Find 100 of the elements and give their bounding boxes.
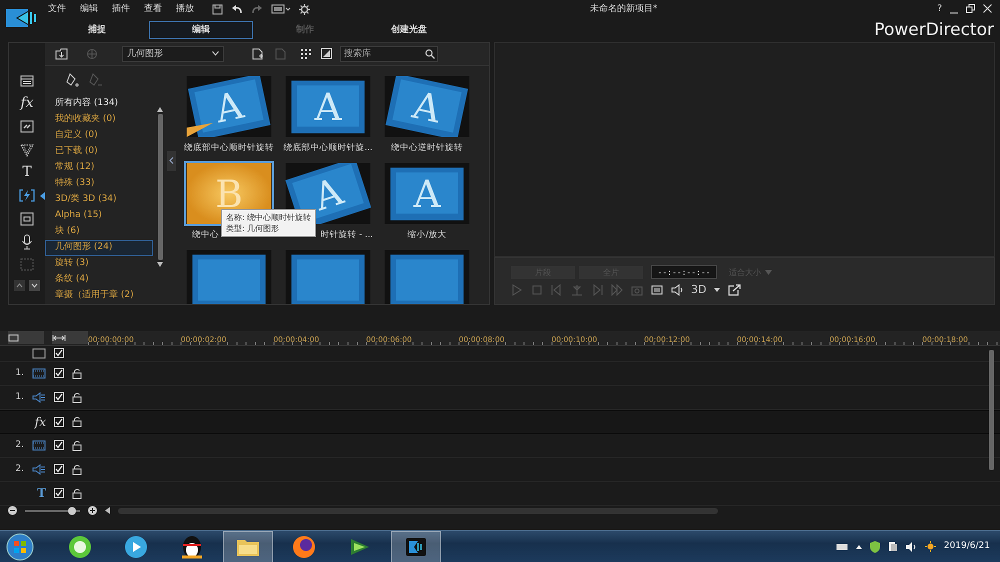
category-item[interactable]: 特殊 (33) [45, 176, 153, 192]
category-item[interactable]: 块 (6) [45, 224, 153, 240]
checkbox[interactable] [54, 416, 64, 427]
scrollbar-thumb[interactable] [989, 350, 994, 470]
category-item[interactable]: 常规 (12) [45, 160, 153, 176]
audio-track-icon [32, 392, 46, 403]
category-dropdown[interactable]: 几何图形 [122, 46, 224, 62]
show-hidden-icon[interactable] [856, 544, 862, 548]
help-button[interactable]: ? [937, 4, 942, 14]
timecode-field[interactable]: --:--:--:-- [651, 265, 717, 280]
chapter-icon[interactable] [20, 212, 34, 226]
media-library-icon[interactable] [20, 74, 34, 86]
external-window-icon[interactable] [728, 284, 742, 296]
checkbox[interactable] [54, 368, 64, 378]
timeline-track[interactable] [0, 346, 1000, 362]
search-field[interactable]: 搜索库 [340, 46, 438, 62]
new-file-icon[interactable] [252, 48, 263, 60]
scrollbar-thumb[interactable] [158, 114, 162, 260]
item-label: 绕中心 [191, 230, 220, 242]
category-item[interactable]: 自定义 (0) [45, 128, 153, 144]
category-item[interactable]: Alpha (15) [45, 208, 153, 224]
category-item[interactable]: 几何图形 (24) [45, 240, 153, 256]
checkbox[interactable] [54, 392, 64, 402]
import-icon[interactable] [55, 48, 68, 60]
category-item[interactable]: 旋转 (3) [45, 256, 153, 272]
timeline-track[interactable]: T [0, 482, 1000, 506]
save-icon[interactable] [212, 4, 223, 14]
item-label: 绕中心逆时针旋转 [390, 142, 464, 155]
taskbar-app[interactable] [391, 530, 441, 562]
fit-timeline-button[interactable] [52, 331, 88, 344]
microphone-icon[interactable] [21, 234, 33, 250]
overlay-icon[interactable] [20, 120, 34, 133]
restore-icon[interactable] [966, 4, 975, 14]
checkbox[interactable] [54, 464, 64, 474]
volume-icon[interactable] [671, 284, 683, 296]
timeline-track[interactable]: 2. [0, 458, 1000, 482]
sun-icon[interactable] [924, 541, 936, 552]
item-label: 绕底部中心顺时针旋... [283, 142, 373, 155]
category-item[interactable]: 所有内容 (134) [45, 96, 153, 112]
category-item[interactable]: 我的收藏夹 (0) [45, 112, 153, 128]
zoom-out-icon[interactable] [8, 506, 17, 516]
brand-name: PowerDirector [874, 20, 994, 40]
menu-item[interactable]: 播放 [176, 4, 194, 14]
undo-icon[interactable] [231, 4, 243, 14]
timeline-track[interactable]: fx [0, 410, 1000, 434]
lock-icon[interactable] [72, 392, 82, 403]
timeline-track[interactable]: 2. [0, 434, 1000, 458]
add-tag-icon[interactable] [65, 73, 80, 88]
rail-button[interactable]: T [22, 164, 32, 181]
checkbox[interactable] [54, 348, 64, 358]
mode-tab[interactable]: 编辑 [149, 21, 253, 39]
volume-icon[interactable] [906, 542, 917, 552]
collapse-button[interactable] [167, 150, 176, 171]
menu-item[interactable]: 插件 [112, 4, 130, 14]
checkbox[interactable] [54, 440, 64, 450]
network-icon[interactable] [888, 541, 898, 552]
thumbnail-drawing[interactable] [382, 248, 472, 304]
resize-icon[interactable] [321, 48, 332, 60]
track-number: 2. [15, 464, 24, 475]
penguin-icon [180, 534, 204, 558]
thumbnail-drawing[interactable] [184, 248, 274, 304]
aspect-ratio-icon[interactable] [271, 4, 291, 14]
blank-track-icon [32, 348, 46, 359]
zoom-slider[interactable] [68, 506, 76, 515]
lock-icon[interactable] [72, 488, 82, 499]
checkbox[interactable] [54, 488, 64, 498]
grid-view-icon[interactable] [300, 48, 311, 60]
thumbnail-drawing[interactable] [283, 248, 373, 304]
mode-tab[interactable]: 捕捉 [45, 21, 149, 39]
keyboard-icon [836, 542, 848, 551]
redo-icon[interactable] [251, 4, 263, 14]
lock-icon[interactable] [72, 440, 82, 451]
start-button[interactable] [5, 532, 35, 562]
menu-item[interactable]: 编辑 [80, 4, 98, 14]
lock-icon[interactable] [72, 416, 82, 428]
particle-icon[interactable] [20, 142, 34, 156]
settings-icon[interactable] [299, 4, 310, 14]
timeline-view-button[interactable] [8, 331, 44, 344]
timeline-track[interactable]: 1. [0, 362, 1000, 386]
zoom-in-icon[interactable] [88, 506, 97, 516]
shield-icon[interactable] [870, 540, 880, 552]
scroll-down-button[interactable] [29, 280, 40, 291]
menu-item[interactable]: 文件 [48, 4, 66, 14]
category-item[interactable]: 已下载 (0) [45, 144, 153, 160]
scroll-up-button[interactable] [14, 280, 25, 291]
category-item[interactable]: 条纹 (4) [45, 272, 153, 288]
category-item[interactable]: 3D/类 3D (34) [45, 192, 153, 208]
lock-icon[interactable] [72, 368, 82, 379]
lock-icon[interactable] [72, 464, 82, 475]
menu-item[interactable]: 查看 [144, 4, 162, 14]
mode-3d-button[interactable]: 3D [691, 283, 706, 297]
fit-arrows-icon [52, 334, 66, 342]
horizontal-scrollbar[interactable] [118, 508, 718, 514]
clock-date[interactable]: 2019/6/21 [944, 541, 990, 552]
category-item[interactable]: 章摄（适用于章 (2) [45, 288, 153, 304]
mode-tab[interactable]: 创建光盘 [357, 21, 461, 39]
scroll-left-icon[interactable] [105, 507, 110, 514]
rail-button[interactable]: fx [20, 95, 34, 112]
transition-icon[interactable] [19, 189, 35, 202]
close-icon[interactable] [983, 4, 992, 14]
